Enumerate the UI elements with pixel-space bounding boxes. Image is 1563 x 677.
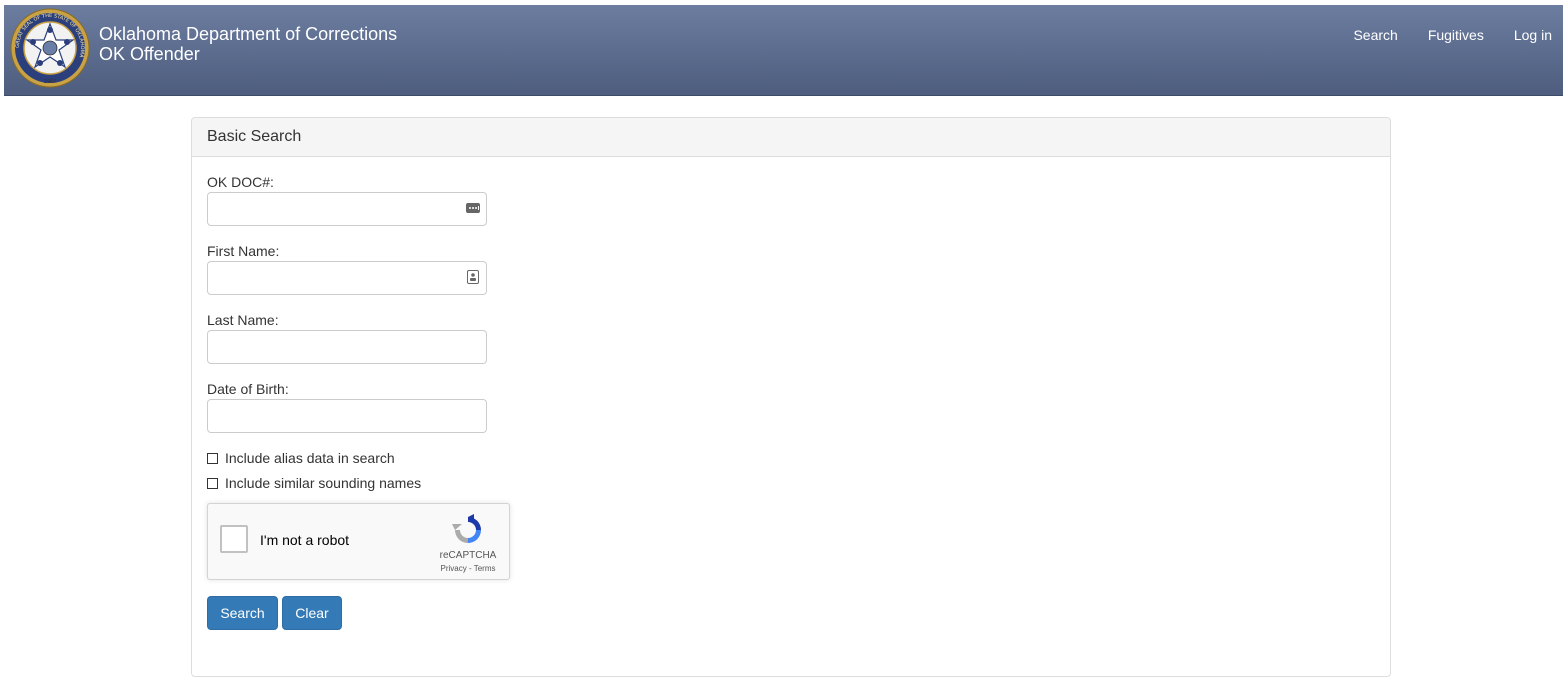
similar-names-checkbox-label[interactable]: Include similar sounding names: [225, 475, 421, 491]
last-name-input[interactable]: [207, 330, 487, 364]
nav-link-login[interactable]: Log in: [1495, 26, 1563, 44]
nav-menu: Search Fugitives Log in: [1353, 26, 1563, 44]
site-title-line1: Oklahoma Department of Corrections: [99, 24, 398, 44]
last-name-label: Last Name:: [207, 312, 279, 328]
dob-label: Date of Birth:: [207, 381, 289, 397]
basic-search-panel: Basic Search OK DOC#: First Name: Last N…: [191, 117, 1391, 677]
similar-names-checkbox-row[interactable]: Include similar sounding names: [207, 475, 421, 491]
alias-checkbox[interactable]: [207, 452, 218, 464]
site-title-line2: OK Offender: [99, 44, 200, 64]
first-name-input[interactable]: [207, 261, 487, 295]
top-navbar: GREAT SEAL OF THE STATE OF OKLAHOMA 1907…: [4, 5, 1563, 96]
alias-checkbox-row[interactable]: Include alias data in search: [207, 450, 395, 466]
recaptcha-widget: I'm not a robot reCAPTCHA Privacy - Term…: [207, 503, 510, 580]
recaptcha-checkbox[interactable]: [220, 525, 248, 553]
first-name-wrapper: [207, 261, 487, 295]
contact-card-icon[interactable]: [466, 270, 480, 284]
recaptcha-privacy-terms[interactable]: Privacy - Terms: [433, 564, 503, 573]
clear-button[interactable]: Clear: [282, 596, 342, 630]
doc-number-wrapper: [207, 192, 487, 226]
recaptcha-logo-icon: [452, 514, 481, 543]
recaptcha-brand: reCAPTCHA: [439, 550, 497, 561]
nav-link-fugitives[interactable]: Fugitives: [1409, 26, 1495, 44]
svg-text:1907: 1907: [44, 79, 57, 85]
password-manager-icon[interactable]: [466, 201, 480, 215]
similar-names-checkbox[interactable]: [207, 477, 218, 489]
dob-input[interactable]: [207, 399, 487, 433]
search-button[interactable]: Search: [207, 596, 278, 630]
panel-heading: Basic Search: [192, 118, 1390, 157]
site-title[interactable]: Oklahoma Department of Corrections OK Of…: [99, 24, 397, 64]
recaptcha-label: I'm not a robot: [260, 532, 350, 548]
nav-link-search[interactable]: Search: [1353, 26, 1408, 44]
alias-checkbox-label[interactable]: Include alias data in search: [225, 450, 395, 466]
first-name-label: First Name:: [207, 243, 280, 259]
doc-number-input[interactable]: [207, 192, 487, 226]
doc-number-label: OK DOC#:: [207, 174, 274, 190]
state-seal-logo: GREAT SEAL OF THE STATE OF OKLAHOMA 1907: [10, 8, 90, 88]
